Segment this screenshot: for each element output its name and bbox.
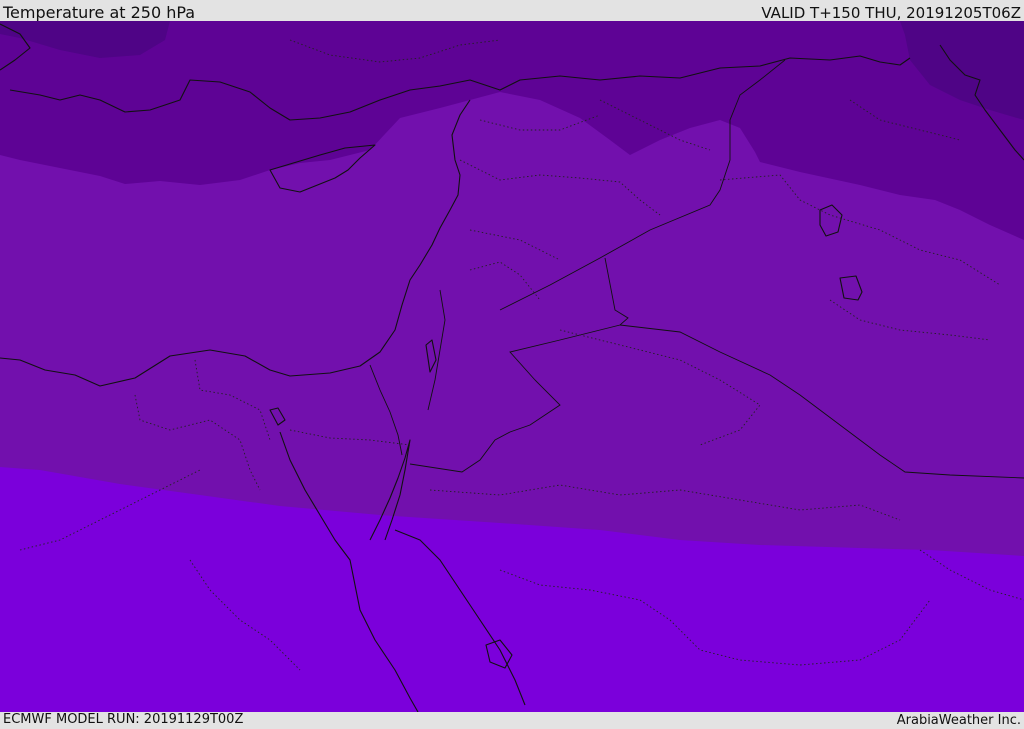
footer-bar: ECMWF MODEL RUN: 20191129T00Z ArabiaWeat… [0,712,1024,729]
valid-time-label: VALID T+150 THU, 20191205T06Z [761,4,1021,22]
map-title: Temperature at 250 hPa [3,3,196,22]
map-canvas [0,21,1024,712]
credit-label: ArabiaWeather Inc. [896,713,1021,728]
header-bar: Temperature at 250 hPa VALID T+150 THU, … [0,0,1024,22]
temperature-map[interactable] [0,21,1024,712]
model-run-label: ECMWF MODEL RUN: 20191129T00Z [3,712,244,727]
